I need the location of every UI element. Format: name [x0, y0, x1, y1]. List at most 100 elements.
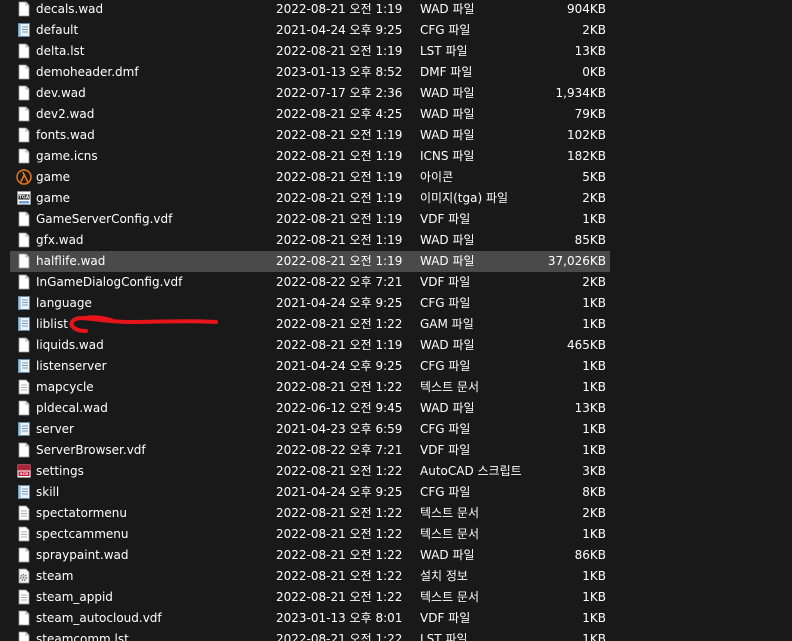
file-row[interactable]: server 2021-04-23 오후 6:59 CFG 파일 1KB	[10, 419, 610, 440]
file-type: VDF 파일	[420, 275, 471, 289]
file-modified-date: 2022-08-21 오전 1:19	[276, 233, 403, 247]
blank-file-icon	[16, 85, 32, 101]
file-row[interactable]: spectatormenu 2022-08-21 오전 1:22 텍스트 문서 2KB	[10, 503, 610, 524]
file-row[interactable]: liquids.wad 2022-08-21 오전 1:19 WAD 파일 465KB	[10, 335, 610, 356]
file-modified-date: 2022-08-21 오전 1:22	[276, 590, 403, 604]
file-row[interactable]: steam_appid 2022-08-21 오전 1:22 텍스트 문서 1KB	[10, 587, 610, 608]
file-row[interactable]: TGA game 2022-08-21 오전 1:19 이미지(tga) 파일 2KB	[10, 188, 610, 209]
file-row[interactable]: liblist 2022-08-21 오전 1:22 GAM 파일 1KB	[10, 314, 610, 335]
file-name: spraypaint.wad	[36, 548, 129, 562]
file-name: fonts.wad	[36, 128, 95, 142]
config-file-icon	[16, 316, 32, 332]
file-row[interactable]: InGameDialogConfig.vdf 2022-08-22 오후 7:21…	[10, 272, 610, 293]
file-size: 904KB	[566, 2, 606, 16]
file-name: dev.wad	[36, 86, 86, 100]
file-row[interactable]: gfx.wad 2022-08-21 오전 1:19 WAD 파일 85KB	[10, 230, 610, 251]
file-size: 1KB	[582, 212, 606, 226]
file-size: 13KB	[574, 401, 606, 415]
file-row[interactable]: SCR settings 2022-08-21 오전 1:22 AutoCAD 스크립…	[10, 461, 610, 482]
file-type: AutoCAD 스크립트	[420, 464, 522, 478]
file-size: 1KB	[582, 632, 606, 641]
file-row[interactable]: listenserver 2021-04-24 오후 9:25 CFG 파일 1KB	[10, 356, 610, 377]
file-size: 2KB	[582, 23, 606, 37]
blank-file-icon	[16, 43, 32, 59]
file-size: 1KB	[582, 380, 606, 394]
file-modified-date: 2023-01-13 오후 8:01	[276, 611, 403, 625]
file-name: gfx.wad	[36, 233, 84, 247]
file-size: 37,026KB	[547, 254, 606, 268]
svg-text:TGA: TGA	[19, 195, 30, 201]
file-name: delta.lst	[36, 44, 85, 58]
config-file-icon	[16, 484, 32, 500]
file-row[interactable]: ServerBrowser.vdf 2022-08-22 오후 7:21 VDF 파…	[10, 440, 610, 461]
blank-file-icon	[16, 211, 32, 227]
blank-file-icon	[16, 610, 32, 626]
file-row[interactable]: delta.lst 2022-08-21 오전 1:19 LST 파일 13KB	[10, 41, 610, 62]
file-size: 1KB	[582, 443, 606, 457]
file-size: 102KB	[566, 128, 606, 142]
file-name: halflife.wad	[36, 254, 106, 268]
file-type: WAD 파일	[420, 128, 475, 142]
file-name: spectatormenu	[36, 506, 127, 520]
file-row[interactable]: spraypaint.wad 2022-08-21 오전 1:22 WAD 파일 86…	[10, 545, 610, 566]
config-file-icon	[16, 22, 32, 38]
text-file-icon	[16, 526, 32, 542]
blank-file-icon	[16, 442, 32, 458]
file-row[interactable]: pldecal.wad 2022-06-12 오전 9:45 WAD 파일 13KB	[10, 398, 610, 419]
autocad-script-icon: SCR	[16, 463, 32, 479]
file-size: 182KB	[566, 149, 606, 163]
file-type: 텍스트 문서	[420, 527, 480, 541]
file-modified-date: 2022-08-21 오전 1:19	[276, 128, 403, 142]
file-name: steam	[36, 569, 74, 583]
file-modified-date: 2022-08-21 오전 1:19	[276, 2, 403, 16]
file-modified-date: 2022-08-21 오전 1:22	[276, 464, 403, 478]
file-modified-date: 2022-08-21 오전 1:19	[276, 254, 403, 268]
file-size: 2KB	[582, 506, 606, 520]
file-type: DMF 파일	[420, 65, 473, 79]
blank-file-icon	[16, 274, 32, 290]
file-name: game	[36, 191, 71, 205]
file-row[interactable]: dev.wad 2022-07-17 오후 2:36 WAD 파일 1,934KB	[10, 83, 610, 104]
config-file-icon	[16, 421, 32, 437]
file-name: pldecal.wad	[36, 401, 108, 415]
file-modified-date: 2021-04-23 오후 6:59	[276, 422, 403, 436]
file-row[interactable]: steamcomm.lst 2022-08-21 오전 1:22 LST 파일 1KB	[10, 629, 610, 641]
halflife-lambda-icon	[16, 169, 32, 185]
file-modified-date: 2022-08-21 오전 1:19	[276, 44, 403, 58]
file-row[interactable]: game.icns 2022-08-21 오전 1:19 ICNS 파일 182KB	[10, 146, 610, 167]
file-row[interactable]: decals.wad 2022-08-21 오전 1:19 WAD 파일 904KB	[10, 0, 610, 20]
file-name: mapcycle	[36, 380, 94, 394]
file-list: decals.wad 2022-08-21 오전 1:19 WAD 파일 904KB d…	[0, 0, 792, 641]
file-modified-date: 2021-04-24 오후 9:25	[276, 359, 403, 373]
file-row[interactable]: skill 2021-04-24 오후 9:25 CFG 파일 8KB	[10, 482, 610, 503]
file-row[interactable]: spectcammenu 2022-08-21 오전 1:22 텍스트 문서 1KB	[10, 524, 610, 545]
file-modified-date: 2022-08-21 오후 4:25	[276, 107, 403, 121]
file-type: WAD 파일	[420, 338, 475, 352]
file-row[interactable]: steam 2022-08-21 오전 1:22 설치 정보 1KB	[10, 566, 610, 587]
file-row[interactable]: fonts.wad 2022-08-21 오전 1:19 WAD 파일 102KB	[10, 125, 610, 146]
file-row[interactable]: halflife.wad 2022-08-21 오전 1:19 WAD 파일 37,0…	[10, 251, 610, 272]
file-type: 아이콘	[420, 170, 454, 184]
file-name: game	[36, 170, 71, 184]
file-name: server	[36, 422, 74, 436]
file-modified-date: 2022-06-12 오전 9:45	[276, 401, 403, 415]
file-row[interactable]: demoheader.dmf 2023-01-13 오후 8:52 DMF 파일 0K…	[10, 62, 610, 83]
file-size: 0KB	[582, 65, 606, 79]
file-row[interactable]: steam_autocloud.vdf 2023-01-13 오후 8:01 VDF…	[10, 608, 610, 629]
file-type: VDF 파일	[420, 611, 471, 625]
blank-file-icon	[16, 400, 32, 416]
file-row[interactable]: mapcycle 2022-08-21 오전 1:22 텍스트 문서 1KB	[10, 377, 610, 398]
file-size: 8KB	[582, 485, 606, 499]
file-row[interactable]: dev2.wad 2022-08-21 오후 4:25 WAD 파일 79KB	[10, 104, 610, 125]
file-row[interactable]: game 2022-08-21 오전 1:19 아이콘 5KB	[10, 167, 610, 188]
file-size: 1KB	[582, 611, 606, 625]
file-size: 1KB	[582, 296, 606, 310]
file-modified-date: 2022-08-21 오전 1:22	[276, 506, 403, 520]
file-name: spectcammenu	[36, 527, 129, 541]
file-row[interactable]: default 2021-04-24 오후 9:25 CFG 파일 2KB	[10, 20, 610, 41]
file-type: CFG 파일	[420, 485, 471, 499]
file-row[interactable]: language 2021-04-24 오후 9:25 CFG 파일 1KB	[10, 293, 610, 314]
file-name: GameServerConfig.vdf	[36, 212, 173, 226]
file-row[interactable]: GameServerConfig.vdf 2022-08-21 오전 1:19 VD…	[10, 209, 610, 230]
file-modified-date: 2021-04-24 오후 9:25	[276, 23, 403, 37]
